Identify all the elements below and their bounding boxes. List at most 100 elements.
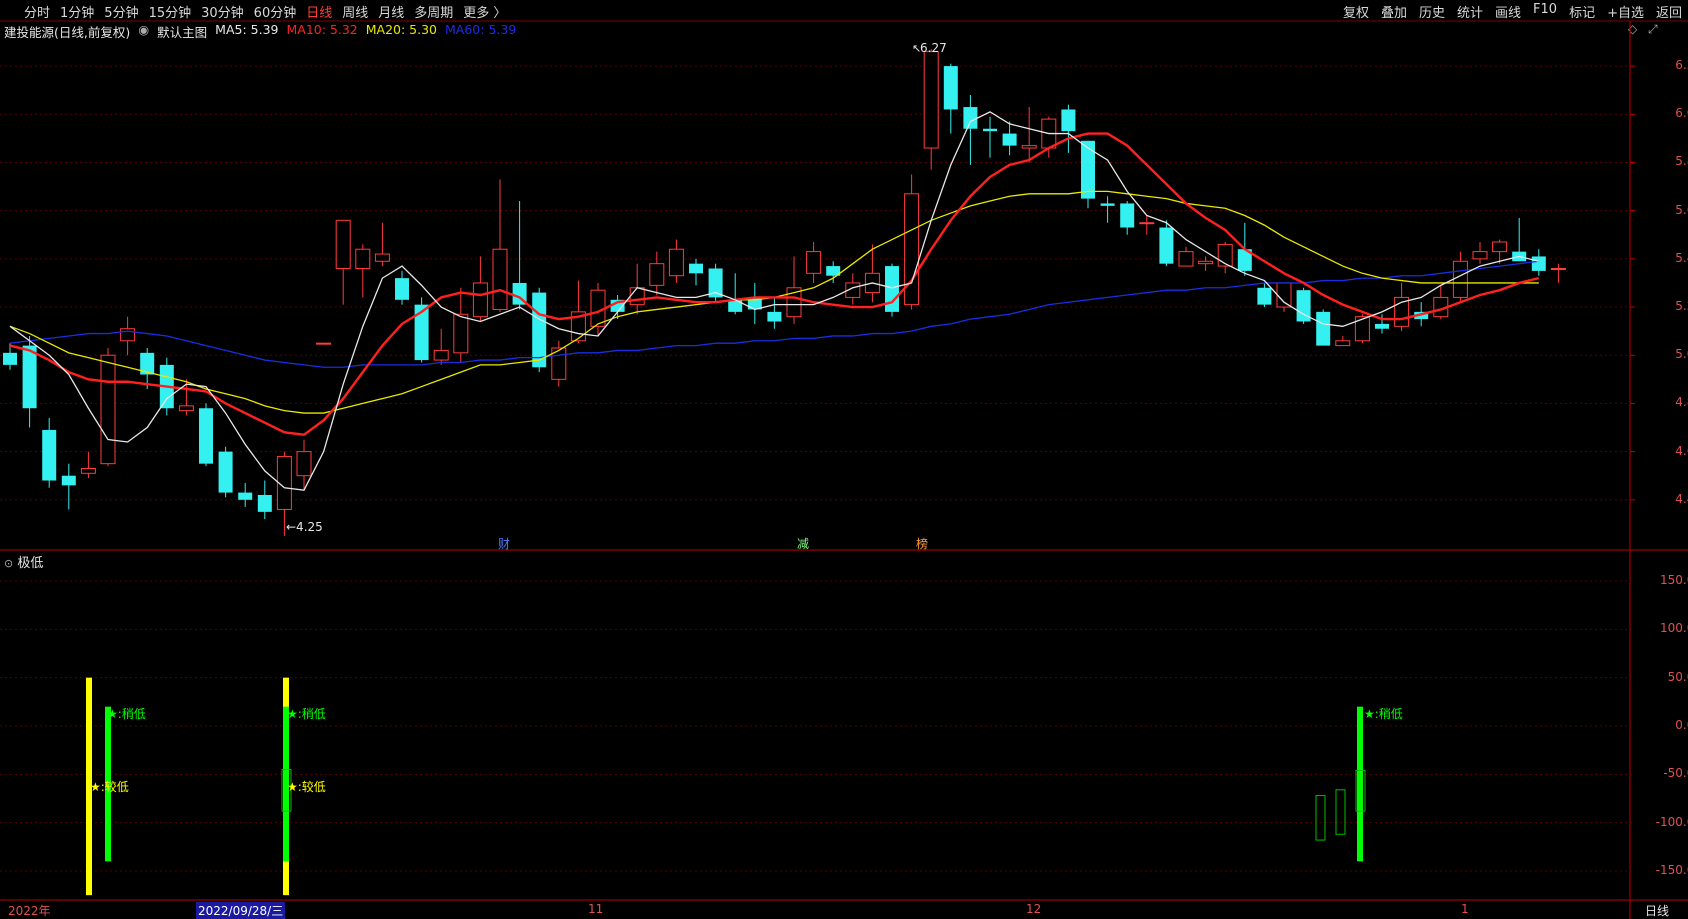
high-price-marker: 6.27 <box>920 41 947 55</box>
candle-body-up <box>355 248 371 269</box>
collapse-icon[interactable]: ⊙ <box>4 557 13 570</box>
sub-tick-label: -100.00 <box>1655 814 1688 829</box>
finance-event-tag[interactable]: 财 <box>498 535 510 552</box>
candle-body-up <box>80 467 96 474</box>
candle-body-up <box>1492 241 1508 253</box>
candle-body-down <box>1531 256 1546 271</box>
sub-tick-label: 0.00 <box>1675 718 1688 732</box>
candle-body-up <box>1139 222 1155 225</box>
dragon-tiger-tag[interactable]: 榜 <box>916 535 928 552</box>
year-label: 2022年 <box>8 904 51 918</box>
indicator-name[interactable]: ⊙ 极低 <box>4 552 43 571</box>
candle-body-up <box>668 248 684 277</box>
reduction-event-tag[interactable]: 减 <box>797 535 809 552</box>
price-tick-label: 5.80 <box>1675 154 1688 169</box>
candle-body-down <box>61 475 76 486</box>
candle-body-up <box>316 342 332 345</box>
price-tick-label: 4.40 <box>1675 491 1688 506</box>
tag-slightly-low-1: ★:稍低 <box>107 707 146 721</box>
candlesticks <box>3 49 1566 536</box>
ma10-line <box>9 132 1540 437</box>
sub-tick-label: -50.00 <box>1663 766 1688 781</box>
tag-slightly-low-2: ★:稍低 <box>287 707 326 721</box>
candle-body-up <box>904 193 920 306</box>
price-tick-label: 6.00 <box>1675 106 1688 121</box>
indicator-label: 极低 <box>17 556 44 571</box>
green-signal-bar <box>1357 706 1363 862</box>
price-tick-label: 5.40 <box>1675 250 1688 265</box>
candle-body-down <box>689 263 703 274</box>
candle-body-up <box>1198 260 1214 265</box>
candle-body-down <box>238 492 253 500</box>
candle-body-down <box>1375 323 1389 329</box>
month-11: 11 <box>588 902 604 916</box>
candle-body-up <box>1452 260 1468 298</box>
candle-body-up <box>1021 145 1037 149</box>
candle-body-up <box>433 349 449 361</box>
tag-lower-1: ★:较低 <box>90 780 129 794</box>
candle-body-up <box>1178 251 1194 267</box>
kline-chart[interactable] <box>0 0 1688 919</box>
candle-body-down <box>42 429 57 481</box>
candle-body-down <box>1061 109 1076 132</box>
month-12: 12 <box>1026 902 1042 916</box>
candle-body-up <box>100 354 116 465</box>
candle-body-up <box>629 287 645 306</box>
candle-body-up <box>453 313 469 354</box>
price-grid <box>0 20 1688 919</box>
candle-body-down <box>395 278 409 300</box>
period-indicator[interactable]: 日线 <box>1645 902 1669 919</box>
price-tick-label: 4.80 <box>1675 395 1688 410</box>
high-arrow-icon: ↖ <box>912 42 922 55</box>
candle-body-up <box>335 219 351 269</box>
candle-body-down <box>218 451 233 493</box>
candle-body-up <box>649 263 665 286</box>
price-tick-label: 5.60 <box>1675 202 1688 217</box>
candle-body-up <box>923 51 939 149</box>
candle-body-down <box>767 311 782 322</box>
indicator-bars <box>86 677 1366 896</box>
candle-body-down <box>943 66 958 110</box>
candle-body-down <box>22 345 37 409</box>
candle-body-up <box>178 405 194 412</box>
price-tick-label: 5.20 <box>1675 299 1688 314</box>
candle-body-down <box>257 494 272 512</box>
price-tick-label: 6.20 <box>1675 58 1688 73</box>
sub-tick-label: 100.00 <box>1660 621 1688 636</box>
cursor-date: 2022/09/28/三 <box>196 902 286 919</box>
price-tick-label: 5.00 <box>1675 347 1688 362</box>
candle-body-down <box>885 266 899 312</box>
candle-body-down <box>963 107 978 129</box>
candle-body-up <box>1335 340 1351 347</box>
candle-body-down <box>1159 227 1174 264</box>
candle-body-down <box>1120 203 1135 228</box>
candle-body-up <box>374 253 390 262</box>
hollow-signal-bar <box>1335 789 1346 835</box>
candle-body-up <box>806 251 822 274</box>
sub-grid <box>0 580 1630 872</box>
candle-body-up <box>1472 251 1488 260</box>
candle-body-down <box>532 292 547 368</box>
candle-body-down <box>1081 140 1095 199</box>
month-1: 1 <box>1461 902 1469 916</box>
candle-body-up <box>1217 243 1233 267</box>
hollow-signal-bar <box>1315 795 1326 841</box>
sub-tick-label: 50.00 <box>1667 669 1688 684</box>
candle-body-up <box>472 282 488 318</box>
candle-body-up <box>1276 282 1292 308</box>
candle-body-up <box>296 451 312 477</box>
candle-body-up <box>1550 267 1566 270</box>
candle-body-down <box>199 408 213 464</box>
price-tick-label: 4.60 <box>1675 443 1688 458</box>
candle-body-up <box>492 248 508 310</box>
candle-body-down <box>1316 311 1331 346</box>
candle-body-down <box>983 128 997 132</box>
low-price-marker: ←4.25 <box>286 520 323 534</box>
candle-body-down <box>1100 203 1115 206</box>
candle-body-down <box>1257 287 1272 305</box>
sub-tick-label: 150.00 <box>1660 573 1688 587</box>
sub-tick-label: -150.00 <box>1655 863 1688 877</box>
candle-body-down <box>3 352 17 365</box>
tag-slightly-low-3: ★:稍低 <box>1364 707 1403 721</box>
candle-body-down <box>1002 133 1017 146</box>
